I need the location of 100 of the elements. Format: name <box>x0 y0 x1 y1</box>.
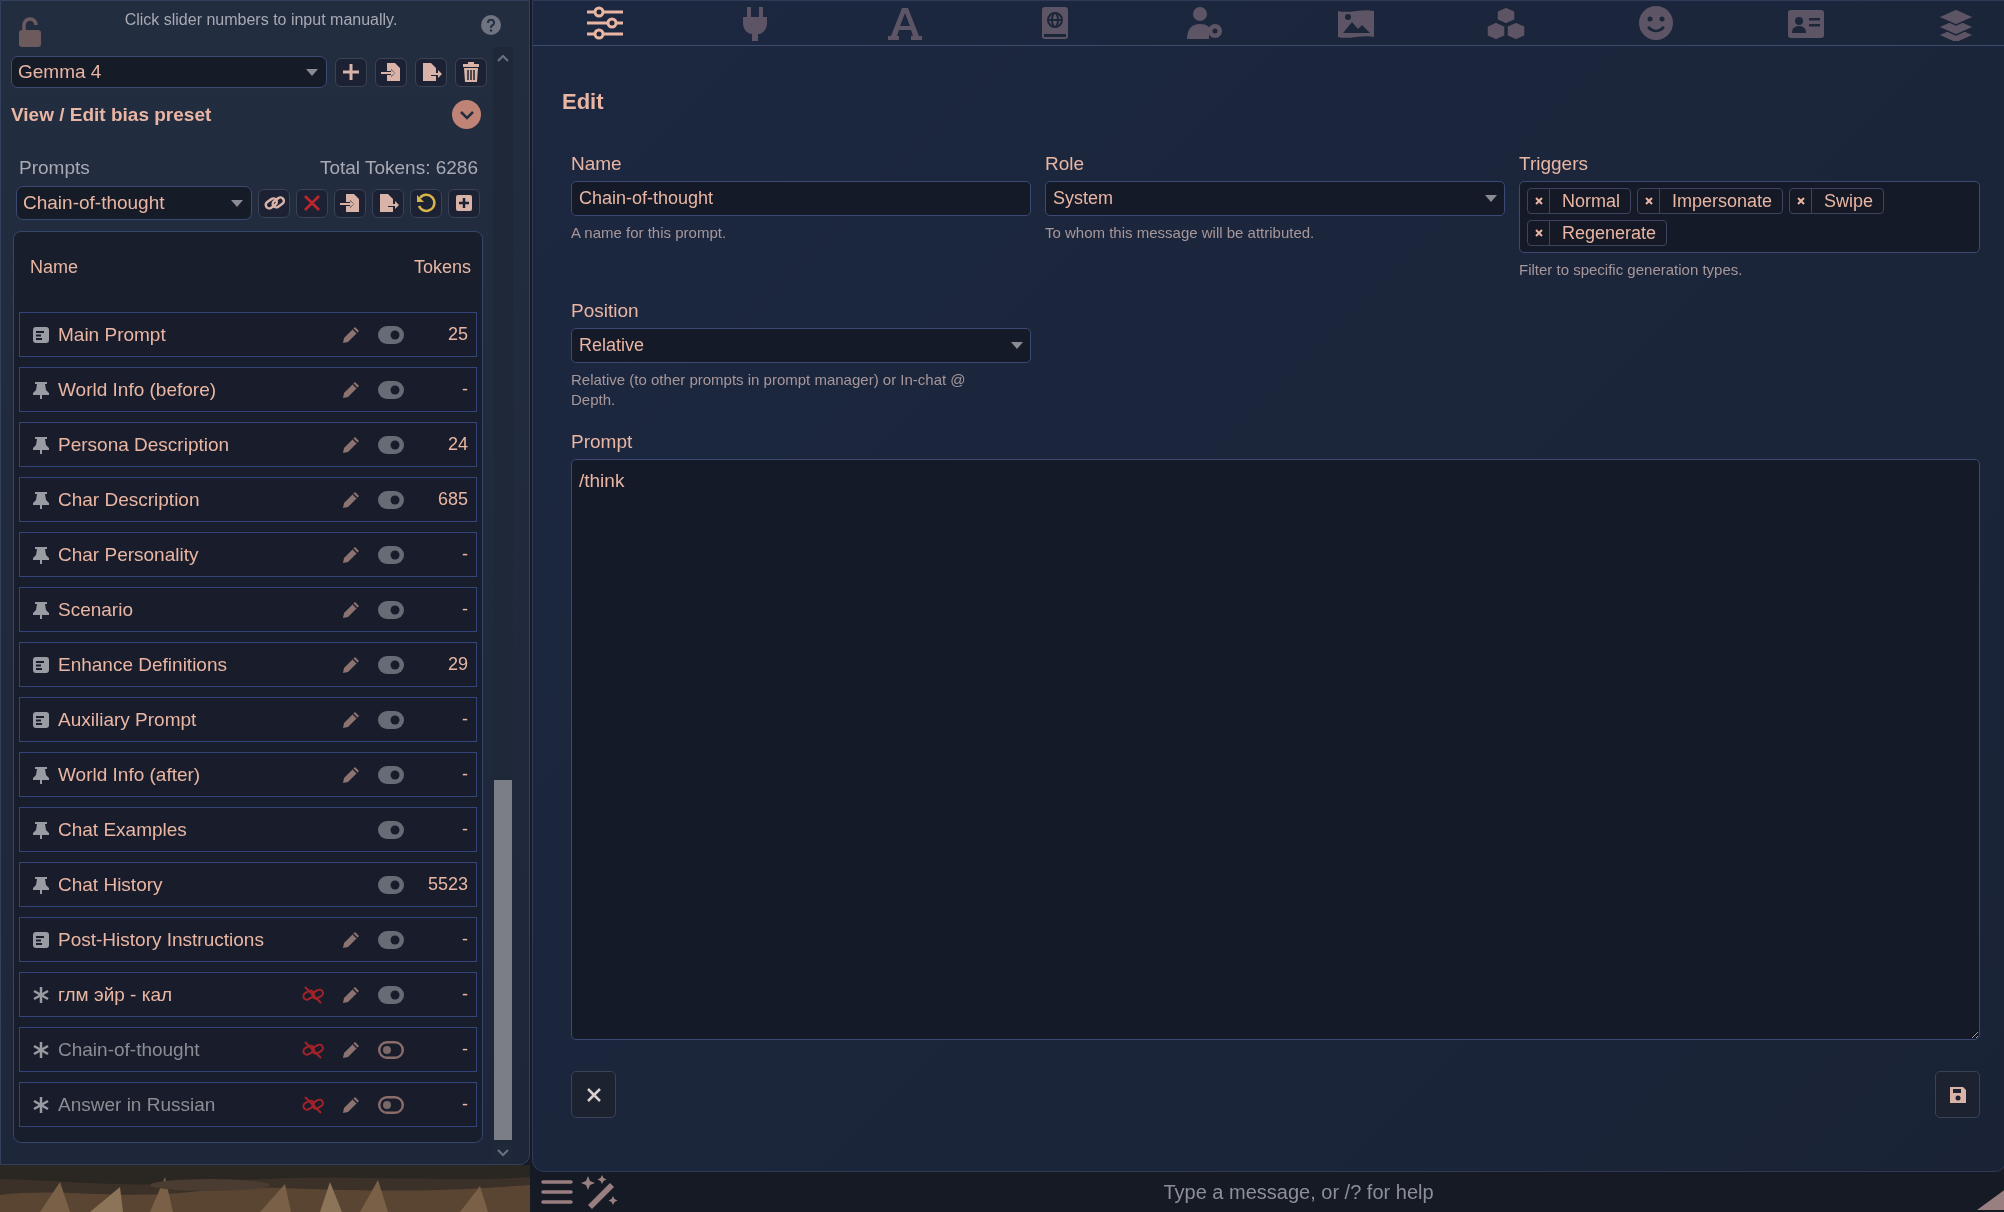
preset-dropdown[interactable]: Gemma 4 <box>11 56 327 88</box>
prompt-textarea[interactable]: /think <box>571 459 1980 1040</box>
unlocked-lock-icon[interactable] <box>19 17 41 47</box>
import-icon <box>339 192 361 214</box>
token-count: 24 <box>446 434 468 455</box>
position-dropdown[interactable]: Relative <box>571 328 1031 363</box>
toggle-on[interactable] <box>378 325 404 344</box>
trigger-tag[interactable]: Normal <box>1527 188 1631 214</box>
trigger-tag[interactable]: Swipe <box>1789 188 1885 214</box>
close-button[interactable] <box>571 1071 616 1118</box>
prompt-name: Persona Description <box>58 433 231 456</box>
toggle-on[interactable] <box>378 710 404 729</box>
unlinked-icon[interactable] <box>302 1040 324 1059</box>
unlinked-icon[interactable] <box>302 985 324 1004</box>
expand-button[interactable] <box>452 100 481 129</box>
trigger-tag[interactable]: Regenerate <box>1527 220 1668 246</box>
remove-button[interactable] <box>296 188 328 218</box>
prompts-label: Prompts <box>19 157 90 179</box>
prompt-row[interactable]: Chat Examples - <box>19 807 477 852</box>
trigger-tag[interactable]: Impersonate <box>1637 188 1784 214</box>
message-field[interactable]: Type a message, or /? for help <box>620 1175 1977 1210</box>
toggle-on[interactable] <box>378 820 404 839</box>
unlinked-icon[interactable] <box>302 1095 324 1114</box>
toggle-on[interactable] <box>378 875 404 894</box>
token-count: - <box>461 764 468 785</box>
sliders-icon[interactable] <box>585 5 625 41</box>
prompt-row[interactable]: Auxiliary Prompt - <box>19 697 477 742</box>
toggle-off[interactable] <box>378 1040 404 1059</box>
add-prompt-button[interactable] <box>448 188 480 218</box>
prompt-row[interactable]: Scenario - <box>19 587 477 632</box>
pencil-icon[interactable] <box>342 1040 360 1059</box>
prompt-name: World Info (after) <box>58 763 202 786</box>
toggle-on[interactable] <box>378 765 404 784</box>
toggle-off[interactable] <box>378 1095 404 1114</box>
help-icon[interactable] <box>481 15 501 35</box>
prompt-row[interactable]: Post-History Instructions - <box>19 917 477 962</box>
prompt-name: Char Personality <box>58 543 200 566</box>
pencil-icon[interactable] <box>342 930 360 949</box>
export-button[interactable] <box>415 57 447 87</box>
prompt-row[interactable]: Answer in Russian - <box>19 1082 477 1127</box>
toggle-on[interactable] <box>378 435 404 454</box>
pencil-icon[interactable] <box>342 765 360 784</box>
prompt-dropdown[interactable]: Chain-of-thought <box>16 186 252 220</box>
toggle-on[interactable] <box>378 545 404 564</box>
prompt-row[interactable]: World Info (after) - <box>19 752 477 797</box>
toggle-on[interactable] <box>378 380 404 399</box>
cubes-icon[interactable] <box>1485 5 1526 41</box>
token-count: 25 <box>446 324 468 345</box>
prompt-row[interactable]: Char Description 685 <box>19 477 477 522</box>
pencil-icon[interactable] <box>342 1095 360 1114</box>
prompt-row[interactable]: Char Personality - <box>19 532 477 577</box>
prompt-row[interactable]: Chat History 5523 <box>19 862 477 907</box>
import-icon <box>380 61 402 83</box>
column-header: Name <box>30 256 78 278</box>
pencil-icon[interactable] <box>342 600 360 619</box>
edit-title: Edit <box>562 89 605 115</box>
prompt-row[interactable]: Enhance Definitions 29 <box>19 642 477 687</box>
pencil-icon[interactable] <box>342 710 360 729</box>
prompt-row[interactable]: Chain-of-thought - <box>19 1027 477 1072</box>
field-label: Prompt <box>571 431 634 453</box>
triggers-field[interactable]: Normal Impersonate Swipe Regenerate <box>1519 181 1980 253</box>
prompt-name: Main Prompt <box>58 323 167 346</box>
export-button[interactable] <box>372 188 404 218</box>
pencil-icon[interactable] <box>342 490 360 509</box>
toggle-on[interactable] <box>378 655 404 674</box>
pencil-icon[interactable] <box>342 985 360 1004</box>
pencil-icon[interactable] <box>342 435 360 454</box>
token-count: - <box>461 819 468 840</box>
toggle-on[interactable] <box>378 930 404 949</box>
toggle-on[interactable] <box>378 985 404 1004</box>
section-title: View / Edit bias preset <box>11 103 212 126</box>
reset-button[interactable] <box>410 188 442 218</box>
menu-icon[interactable] <box>540 1178 574 1207</box>
remove-tag-icon[interactable] <box>1795 196 1806 206</box>
name-field[interactable]: Chain-of-thought <box>571 181 1031 216</box>
save-button[interactable] <box>1935 1071 1980 1118</box>
remove-tag-icon[interactable] <box>1533 228 1544 238</box>
pencil-icon[interactable] <box>342 325 360 344</box>
toggle-on[interactable] <box>378 600 404 619</box>
pencil-icon[interactable] <box>342 655 360 674</box>
token-count: 5523 <box>426 874 468 895</box>
new-preset-icon <box>340 61 362 83</box>
import-button[interactable] <box>334 188 366 218</box>
delete-button[interactable] <box>455 57 487 87</box>
prompt-row[interactable]: глм эйр - кал - <box>19 972 477 1017</box>
toggle-on[interactable] <box>378 490 404 509</box>
prompt-row[interactable]: Main Prompt 25 <box>19 312 477 357</box>
remove-tag-icon[interactable] <box>1533 196 1544 206</box>
remove-tag-icon[interactable] <box>1643 196 1654 206</box>
total-tokens: Total Tokens: 6286 <box>319 157 478 179</box>
pencil-icon[interactable] <box>342 380 360 399</box>
prompt-row[interactable]: World Info (before) - <box>19 367 477 412</box>
new-preset-button[interactable] <box>335 57 367 87</box>
pencil-icon[interactable] <box>342 545 360 564</box>
link-button[interactable] <box>258 188 290 218</box>
magic-wand-icon[interactable] <box>580 1174 620 1211</box>
token-count: - <box>461 599 468 620</box>
import-button[interactable] <box>375 57 407 87</box>
prompt-row[interactable]: Persona Description 24 <box>19 422 477 467</box>
role-dropdown[interactable]: System <box>1045 181 1505 216</box>
